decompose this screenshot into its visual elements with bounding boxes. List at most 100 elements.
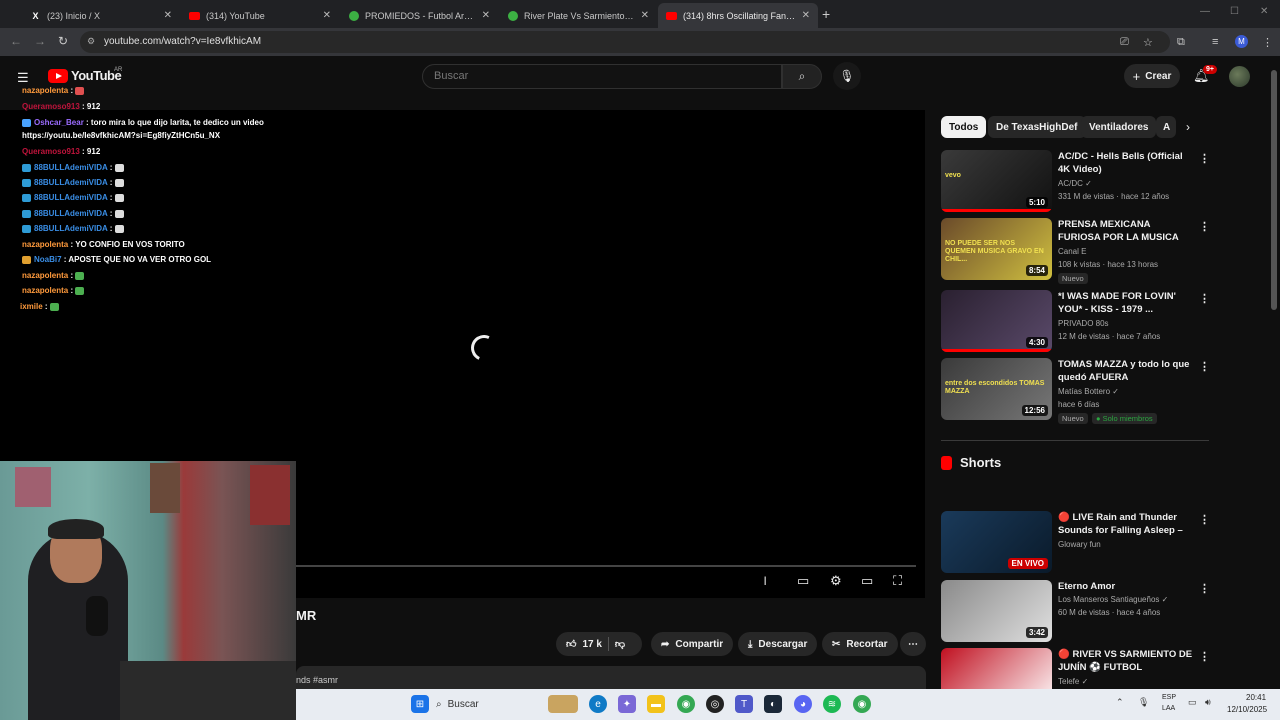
video-menu-icon[interactable]: ⋮ [1199,650,1210,663]
recommended-video[interactable]: entre dos escondidos TOMAS MAZZA 12:56 TOM… [941,358,1211,424]
video-title[interactable]: PRENSA MEXICANA FURIOSA POR LA MUSICA QU… [1058,218,1193,245]
recommended-video[interactable]: EN VIVO 🔴 LIVE Rain and Thunder Sounds fo… [941,511,1211,577]
chip-texashighdef[interactable]: De TexasHighDef [988,116,1086,138]
menu-kebab-icon[interactable]: ⋮ [1262,36,1273,49]
steam-icon[interactable]: ◐ [764,695,782,713]
url-field[interactable]: ⚙ youtube.com/watch?v=Ie8vfkhicAM [80,31,1170,53]
tab-oscillating-fan[interactable]: (314) 8hrs Oscillating Fan "Sle ✕ [658,3,818,28]
bookmark-star-icon[interactable]: ☆ [1143,36,1153,49]
page-scrollbar[interactable] [1271,70,1277,310]
autoplay-toggle-icon[interactable]: ⏽ [760,573,770,589]
channel-name[interactable]: PRIVADO 80s [1058,319,1109,328]
obs-icon[interactable]: ◎ [706,695,724,713]
video-title[interactable]: 🔴 LIVE Rain and Thunder Sounds for Falli… [1058,511,1193,538]
edge-icon[interactable]: e [589,695,607,713]
chrome-profile-icon[interactable]: ◉ [853,695,871,713]
tab-youtube-home[interactable]: (314) YouTube ✕ [181,3,339,28]
cast-icon[interactable]: ⎚ [1120,36,1129,49]
back-icon[interactable]: ← [10,34,22,48]
tray-chevron-up-icon[interactable]: ⌃ [1116,697,1124,708]
tab-x[interactable]: X (23) Inicio / X ✕ [22,3,180,28]
file-explorer-icon[interactable]: ▬ [647,695,665,713]
recommended-video[interactable]: 3:42 Eterno Amor Los Manseros Santiagueños… [941,580,1211,646]
recommended-video[interactable]: vevo 5:10 AC/DC - Hells Bells (Official 4K… [941,150,1211,216]
search-input[interactable] [422,64,782,89]
close-tab-icon[interactable]: ✕ [482,10,490,21]
video-thumbnail[interactable]: 3:42 [941,580,1052,642]
like-icon[interactable]: 👍︎ [566,638,576,650]
like-count[interactable]: 17 k [582,639,601,650]
discord-icon[interactable]: ◕ [794,695,812,713]
clock-date[interactable]: 12/10/2025 [1227,705,1267,714]
video-title[interactable]: AC/DC - Hells Bells (Official 4K Video) [1058,150,1193,176]
channel-name[interactable]: AC/DC ✓ [1058,179,1092,188]
fullscreen-icon[interactable]: ⛶ [893,573,902,589]
theater-mode-icon[interactable]: ▭ [861,573,873,589]
chip-todos[interactable]: Todos [941,116,987,138]
windows-start-icon[interactable]: ⊞ [411,695,429,713]
site-info-icon[interactable]: ⚙ [87,36,95,47]
chip-partial[interactable]: A [1156,116,1176,138]
video-menu-icon[interactable]: ⋮ [1199,220,1210,233]
teams-icon[interactable]: T [735,695,753,713]
spotify-icon[interactable]: ≋ [823,695,841,713]
video-menu-icon[interactable]: ⋮ [1199,513,1210,526]
video-thumbnail[interactable]: entre dos escondidos TOMAS MAZZA 12:56 [941,358,1052,420]
close-tab-icon[interactable]: ✕ [641,10,649,21]
hamburger-menu-icon[interactable]: ☰ [17,70,29,86]
dislike-icon[interactable]: 👎︎ [615,638,625,650]
tab-river-sarmiento[interactable]: River Plate Vs Sarmiento Junín ✕ [499,3,657,28]
browser-profile-avatar[interactable]: M [1235,35,1248,48]
maximize-icon[interactable]: ☐ [1230,6,1239,17]
voice-search-button[interactable]: 🎙 [833,62,861,90]
video-menu-icon[interactable]: ⋮ [1199,582,1210,595]
youtube-logo[interactable]: YouTube [48,68,122,83]
keyboard-language[interactable]: ESP [1162,694,1176,701]
widgets-icon[interactable] [548,695,578,713]
video-title[interactable]: TOMAS MAZZA y todo lo que quedó AFUERA [1058,358,1193,384]
chrome-icon[interactable]: ◉ [677,695,695,713]
settings-gear-icon[interactable]: ⚙ [830,573,842,589]
channel-name[interactable]: Canal E [1058,247,1086,256]
recommended-video[interactable]: NO PUEDE SER NOS QUEMEN MUSICA GRAVO EN … [941,218,1211,284]
video-progress-bar[interactable] [296,565,916,567]
reload-icon[interactable]: ↻ [58,34,68,48]
video-menu-icon[interactable]: ⋮ [1199,360,1210,373]
share-button[interactable]: ➦ Compartir [651,632,734,656]
copilot-icon[interactable]: ✦ [618,695,636,713]
video-title[interactable]: 🔴 RIVER VS SARMIENTO DE JUNÍN ⚽ FUTBOL A… [1058,648,1193,675]
channel-name[interactable]: Telefe ✓ [1058,677,1088,686]
more-actions-button[interactable]: ⋯ [900,632,926,656]
tray-mic-icon[interactable]: 🎙 [1138,697,1149,708]
description-box[interactable] [296,666,926,690]
close-tab-icon[interactable]: ✕ [164,10,172,21]
chip-ventiladores[interactable]: Ventiladores [1081,116,1157,138]
create-button[interactable]: + Crear [1124,64,1180,88]
search-button[interactable]: ⌕ [782,64,822,89]
video-menu-icon[interactable]: ⋮ [1199,152,1210,165]
volume-icon[interactable]: 🔊︎ [1205,697,1211,708]
channel-name[interactable]: Glowary fun [1058,540,1101,549]
video-thumbnail[interactable]: vevo 5:10 [941,150,1052,212]
extensions-icon[interactable]: ⧉ [1177,36,1185,49]
download-button[interactable]: ⤓ Descargar [738,632,818,656]
video-title[interactable]: Eterno Amor [1058,580,1193,593]
close-window-icon[interactable]: ✕ [1260,6,1268,17]
chevron-right-icon[interactable]: › [1186,120,1190,134]
minimize-icon[interactable]: — [1200,6,1210,17]
channel-name[interactable]: Matías Bottero ✓ [1058,387,1119,396]
clip-button[interactable]: ✂ Recortar [822,632,898,656]
forward-icon[interactable]: → [34,34,46,48]
close-tab-icon[interactable]: ✕ [323,10,331,21]
account-avatar[interactable] [1229,66,1250,87]
tab-promiedos[interactable]: PROMIEDOS - Futbol Argentin ✕ [340,3,498,28]
video-thumbnail[interactable]: NO PUEDE SER NOS QUEMEN MUSICA GRAVO EN … [941,218,1052,280]
subtitles-icon[interactable]: ▭ [797,573,809,589]
video-title[interactable]: *I WAS MADE FOR LOVIN' YOU* - KISS - 197… [1058,290,1193,316]
channel-name[interactable]: Los Manseros Santiagueños ✓ [1058,595,1168,604]
clock-time[interactable]: 20:41 [1246,693,1266,702]
network-icon[interactable]: ▭ [1188,697,1197,708]
video-thumbnail[interactable]: 4:30 [941,290,1052,352]
close-tab-icon[interactable]: ✕ [802,10,810,21]
reading-list-icon[interactable]: ≡ [1212,36,1218,48]
